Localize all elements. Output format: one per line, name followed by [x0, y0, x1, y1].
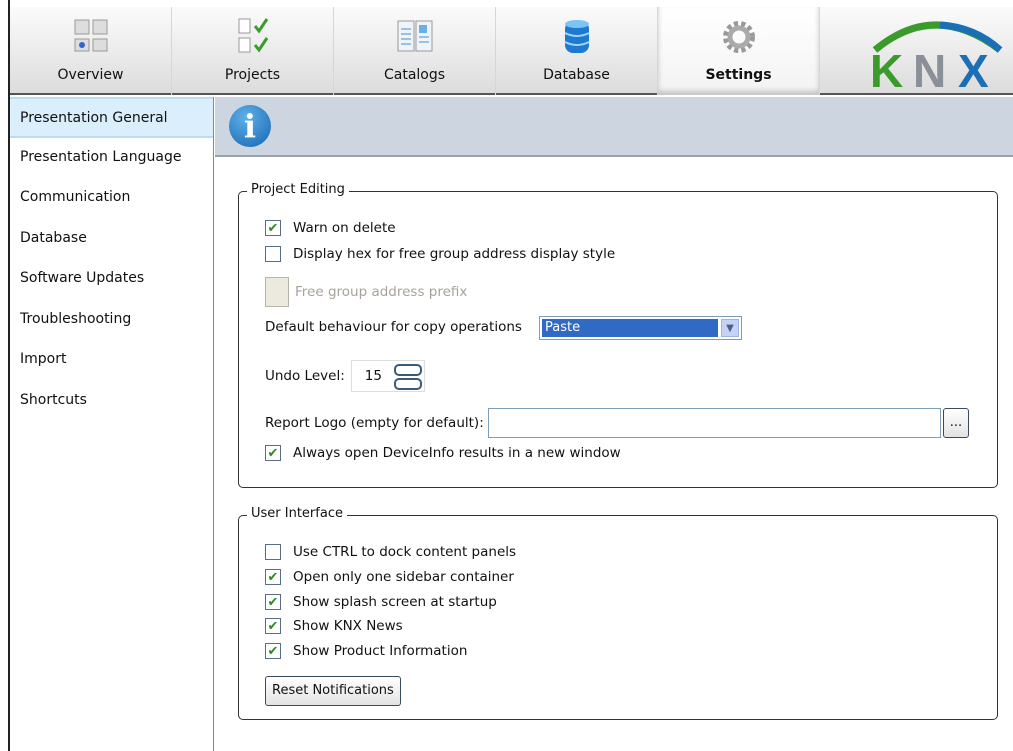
sidebar-item-communication[interactable]: Communication [10, 178, 213, 219]
checkbox-label: Warn on delete [293, 220, 396, 236]
tab-settings[interactable]: Settings [658, 7, 820, 95]
user-interface-group: User Interface Use CTRL to dock content … [238, 506, 998, 720]
one-sidebar-checkbox[interactable]: ✔ Open only one sidebar container [265, 569, 514, 585]
report-logo-label: Report Logo (empty for default): [265, 415, 484, 431]
device-info-checkbox[interactable]: ✔ Always open DeviceInfo results in a new… [265, 445, 621, 461]
splash-screen-checkbox[interactable]: ✔ Show splash screen at startup [265, 594, 497, 610]
tab-label: Settings [705, 67, 772, 83]
project-editing-group: Project Editing ✔ Warn on delete Display … [238, 182, 998, 488]
checkbox-label: Display hex for free group address displ… [293, 246, 616, 262]
spin-up-icon[interactable] [393, 364, 422, 376]
checkbox-checked-icon: ✔ [265, 594, 281, 610]
checkbox-checked-icon: ✔ [265, 445, 281, 461]
checkbox-label: Open only one sidebar container [293, 569, 514, 585]
undo-level-row: Undo Level: 15 [265, 360, 425, 392]
tab-label: Database [543, 67, 610, 83]
chevron-down-icon[interactable]: ▼ [721, 319, 739, 337]
sidebar-item-import[interactable]: Import [10, 340, 213, 381]
sidebar-item-presentation-general[interactable]: Presentation General [10, 97, 213, 138]
sidebar-item-presentation-language[interactable]: Presentation Language [10, 138, 213, 179]
overview-icon [74, 19, 108, 52]
svg-text:N: N [913, 45, 946, 95]
checkbox-unchecked-icon [265, 544, 281, 560]
tab-label: Overview [57, 67, 124, 83]
browse-button[interactable]: ... [942, 408, 970, 438]
gear-icon [723, 21, 755, 53]
undo-level-value[interactable]: 15 [365, 368, 382, 384]
select-value: Paste [542, 319, 718, 337]
tab-catalogs[interactable]: Catalogs [334, 7, 496, 95]
spin-down-icon[interactable] [393, 378, 422, 390]
tab-projects[interactable]: Projects [172, 7, 334, 95]
sidebar-item-shortcuts[interactable]: Shortcuts [10, 381, 213, 422]
sidebar-item-troubleshooting[interactable]: Troubleshooting [10, 300, 213, 341]
projects-icon [238, 18, 269, 53]
warn-on-delete-checkbox[interactable]: ✔ Warn on delete [265, 220, 396, 236]
svg-text:K: K [870, 45, 903, 95]
database-icon [564, 20, 590, 53]
settings-sidebar: Presentation General Presentation Langua… [10, 97, 214, 751]
checkbox-label: Show splash screen at startup [293, 594, 497, 610]
reset-row: Reset Notifications [265, 676, 401, 706]
copy-behaviour-select[interactable]: Paste ▼ [539, 316, 742, 340]
checkbox-label: Show Product Information [293, 643, 468, 659]
checkbox-unchecked-icon [265, 246, 281, 262]
info-icon: i [229, 105, 271, 147]
tab-label: Catalogs [383, 67, 446, 83]
knx-news-checkbox[interactable]: ✔ Show KNX News [265, 618, 403, 634]
report-logo-input[interactable] [487, 408, 941, 438]
display-hex-checkbox[interactable]: Display hex for free group address displ… [265, 246, 615, 262]
ctrl-dock-checkbox[interactable]: Use CTRL to dock content panels [265, 544, 516, 560]
reset-notifications-button[interactable]: Reset Notifications [265, 676, 401, 706]
free-prefix-label: Free group address prefix [295, 284, 468, 300]
undo-level-label: Undo Level: [265, 368, 345, 384]
group-title: Project Editing [247, 182, 349, 197]
free-prefix-field: Free group address prefix [265, 277, 467, 307]
checkbox-checked-icon: ✔ [265, 643, 281, 659]
copy-behaviour-label: Default behaviour for copy operations [265, 319, 522, 335]
tab-database[interactable]: Database [496, 7, 658, 95]
main-toolbar: Overview Projects Catalogs Database Sett… [10, 7, 1013, 95]
checkbox-label: Always open DeviceInfo results in a new … [293, 445, 621, 461]
knx-logo: KNX [870, 21, 1003, 95]
checkbox-checked-icon: ✔ [265, 618, 281, 634]
group-title: User Interface [247, 506, 347, 521]
checkbox-label: Use CTRL to dock content panels [293, 544, 517, 560]
sidebar-item-database[interactable]: Database [10, 219, 213, 260]
tab-overview[interactable]: Overview [10, 7, 172, 95]
product-info-checkbox[interactable]: ✔ Show Product Information [265, 643, 467, 659]
report-logo-row: Report Logo (empty for default):... [265, 408, 970, 438]
undo-level-stepper[interactable]: 15 [350, 360, 425, 392]
sidebar-item-software-updates[interactable]: Software Updates [10, 259, 213, 300]
checkbox-label: Show KNX News [293, 618, 403, 634]
info-header: i [215, 97, 1013, 157]
tab-label: Projects [224, 67, 281, 83]
checkbox-checked-icon: ✔ [265, 220, 281, 236]
svg-text:X: X [958, 45, 989, 95]
checkbox-checked-icon: ✔ [265, 569, 281, 585]
catalogs-icon [397, 20, 433, 52]
free-prefix-input [265, 277, 289, 307]
